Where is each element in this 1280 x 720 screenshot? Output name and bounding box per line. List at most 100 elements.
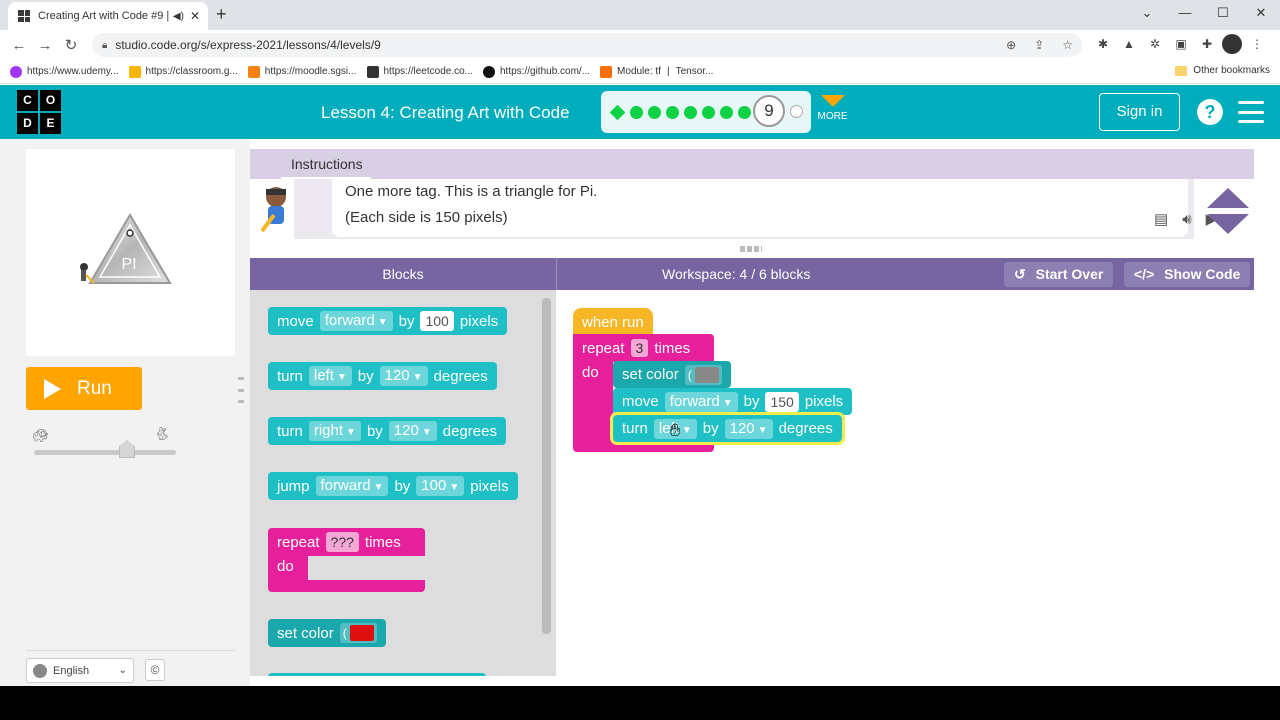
- artist-sprite-icon: [80, 263, 95, 284]
- turn-direction-dropdown[interactable]: left ▼: [308, 366, 352, 386]
- repeat-count-input[interactable]: ???: [325, 532, 359, 552]
- extension-bug-icon[interactable]: ✱: [1092, 33, 1114, 55]
- toolbox-move-block[interactable]: move forward ▼ by 100 pixels: [268, 307, 508, 335]
- moodle-icon: [247, 65, 260, 78]
- new-tab-icon[interactable]: +: [216, 4, 227, 25]
- reload-icon[interactable]: ↻: [58, 36, 84, 54]
- language-select[interactable]: English ⌄: [26, 658, 134, 683]
- level-4-dot[interactable]: [666, 106, 679, 119]
- sign-in-button[interactable]: Sign in: [1099, 93, 1180, 131]
- turtle-icon: 🐢︎: [32, 428, 49, 443]
- pixels-input[interactable]: 150: [765, 391, 799, 412]
- toolbox-next-block-peek[interactable]: [268, 673, 486, 676]
- program-move-block[interactable]: move forward ▼ by 150 pixels: [613, 388, 853, 415]
- copyright-button[interactable]: ©: [145, 659, 165, 681]
- when-run-block[interactable]: when run: [573, 308, 653, 336]
- level-8-dot[interactable]: [738, 106, 751, 119]
- program-turn-block[interactable]: turn left ▼ by 120 ▼ degrees: [610, 412, 845, 445]
- color-picker[interactable]: (: [684, 364, 722, 385]
- extension-react-icon[interactable]: ✲: [1144, 33, 1166, 55]
- instructions-resize-grip[interactable]: [740, 246, 762, 252]
- toolbox-repeat-block[interactable]: repeat ??? times do: [268, 528, 425, 592]
- more-levels-button[interactable]: MORE: [815, 95, 850, 122]
- current-level-bubble[interactable]: 9: [753, 95, 785, 127]
- forward-icon[interactable]: →: [32, 37, 58, 54]
- start-over-button[interactable]: ↺ Start Over: [1004, 262, 1114, 287]
- level-3-dot[interactable]: [648, 106, 661, 119]
- lesson-title[interactable]: Lesson 4: Creating Art with Code: [321, 103, 570, 123]
- turn-direction-dropdown[interactable]: right ▼: [308, 421, 361, 441]
- other-bookmarks[interactable]: Other bookmarks: [1175, 65, 1270, 76]
- maximize-icon[interactable]: ☐: [1204, 0, 1242, 30]
- mouse-cursor-icon: ✋︎: [670, 420, 681, 440]
- run-button[interactable]: Run: [26, 367, 142, 410]
- color-swatch: [349, 625, 374, 641]
- toolbox-jump-block[interactable]: jump forward ▼ by 100 ▼ pixels: [268, 472, 518, 500]
- bookmark-moodle[interactable]: https://moodle.sgsi...: [247, 65, 357, 78]
- bookmark-github[interactable]: https://github.com/...: [483, 65, 590, 78]
- degrees-dropdown[interactable]: 120 ▼: [724, 418, 773, 439]
- zoom-icon[interactable]: ⊕: [1006, 38, 1016, 52]
- degrees-dropdown[interactable]: 120 ▼: [388, 421, 437, 441]
- browser-menu-icon[interactable]: ⋮: [1246, 33, 1268, 55]
- toolbox-set-color-block[interactable]: set color (: [268, 619, 386, 647]
- extension-media-icon[interactable]: ▣: [1170, 33, 1192, 55]
- github-icon: [483, 65, 495, 78]
- tab-close-icon[interactable]: ✕: [190, 9, 200, 23]
- bookmark-udemy[interactable]: https://www.udemy...: [10, 65, 119, 78]
- read-aloud-icon[interactable]: ▤: [1154, 207, 1168, 233]
- address-bar[interactable]: 🔒︎ studio.code.org/s/express-2021/lesson…: [92, 33, 1082, 57]
- level-10-dot[interactable]: [790, 105, 803, 118]
- close-window-icon[interactable]: ✕: [1242, 0, 1280, 30]
- toolbox-scrollbar[interactable]: [542, 298, 551, 634]
- direction-dropdown[interactable]: forward ▼: [315, 476, 389, 496]
- profile-avatar[interactable]: [1222, 34, 1242, 54]
- instructions-tab[interactable]: Instructions: [291, 156, 363, 172]
- slider-track[interactable]: [34, 450, 176, 455]
- level-7-dot[interactable]: [720, 106, 733, 119]
- slider-thumb[interactable]: [119, 440, 135, 458]
- letterbox-bar: [0, 686, 1280, 720]
- color-swatch: [694, 366, 719, 383]
- bookmark-star-icon[interactable]: ☆: [1062, 38, 1073, 52]
- codeorg-logo[interactable]: C O D E: [17, 90, 61, 134]
- level-1-diamond[interactable]: [609, 104, 626, 121]
- extensions-puzzle-icon[interactable]: ✚: [1196, 33, 1218, 55]
- degrees-dropdown[interactable]: 120 ▼: [379, 366, 428, 386]
- browser-tab[interactable]: Creating Art with Code #9 | E ◀) ✕: [8, 2, 208, 30]
- tab-search-icon[interactable]: ⌄: [1128, 0, 1166, 30]
- browser-tab-strip: Creating Art with Code #9 | E ◀) ✕ + ⌄ —…: [0, 0, 1280, 30]
- bookmark-tensorflow[interactable]: Module: tf | Tensor...: [600, 65, 713, 78]
- tab-audio-icon[interactable]: ◀): [173, 11, 184, 22]
- bookmark-leetcode[interactable]: https://leetcode.co...: [366, 65, 473, 78]
- toolbox-turn-right-block[interactable]: turn right ▼ by 120 ▼ degrees: [268, 417, 506, 445]
- direction-dropdown[interactable]: forward ▼: [664, 391, 738, 412]
- level-6-dot[interactable]: [702, 106, 715, 119]
- extension-android-icon[interactable]: ▲: [1118, 33, 1140, 55]
- minimize-icon[interactable]: —: [1166, 0, 1204, 30]
- panel-resize-handle[interactable]: [238, 377, 244, 403]
- toolbox-turn-left-block[interactable]: turn left ▼ by 120 ▼ degrees: [268, 362, 497, 390]
- pixels-dropdown[interactable]: 100 ▼: [416, 476, 465, 496]
- level-2-dot[interactable]: [630, 106, 643, 119]
- level-5-dot[interactable]: [684, 106, 697, 119]
- hamburger-menu-icon[interactable]: [1238, 101, 1264, 123]
- speed-slider[interactable]: 🐢︎ 🐇︎: [26, 426, 186, 466]
- direction-dropdown[interactable]: forward ▼: [319, 311, 393, 331]
- share-icon[interactable]: ⇪: [1034, 38, 1044, 52]
- color-picker[interactable]: (: [339, 623, 377, 643]
- speaker-icon[interactable]: 🔊︎: [1182, 207, 1191, 233]
- program-workspace[interactable]: when run repeat 3 times do set color ( m…: [556, 290, 1254, 676]
- instruction-text: One more tag. This is a triangle for Pi.…: [332, 179, 1217, 237]
- back-icon[interactable]: ←: [6, 37, 32, 54]
- pixels-input[interactable]: 100: [420, 311, 454, 331]
- scroll-down-icon[interactable]: [1207, 214, 1249, 234]
- codeorg-favicon-icon: [18, 10, 30, 22]
- scroll-up-icon[interactable]: [1207, 188, 1249, 208]
- program-set-color-block[interactable]: set color (: [613, 361, 731, 388]
- show-code-button[interactable]: </> Show Code: [1124, 262, 1251, 287]
- bookmark-classroom[interactable]: https://classroom.g...: [128, 65, 238, 78]
- help-icon[interactable]: ?: [1197, 99, 1223, 125]
- repeat-count-input[interactable]: 3: [630, 339, 649, 357]
- extensions-area: ✱ ▲ ✲ ▣ ✚ ⋮: [1092, 33, 1268, 55]
